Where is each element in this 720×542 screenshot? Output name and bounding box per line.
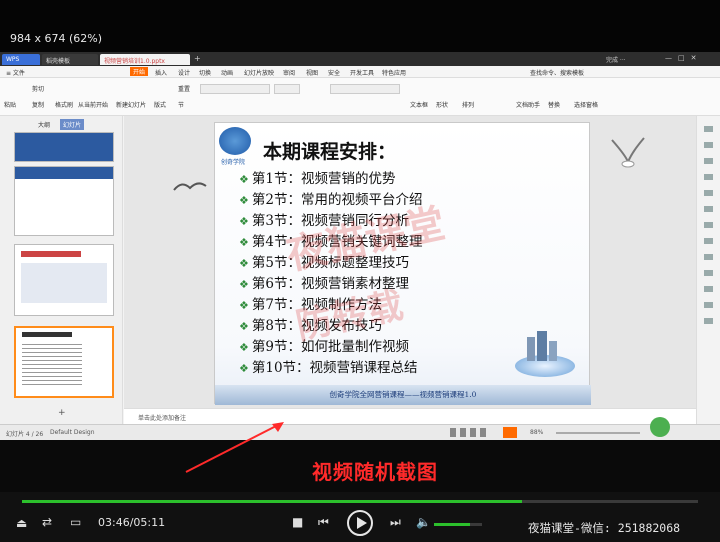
repeat-icon[interactable]: ⇄ — [42, 515, 52, 529]
brand-text: 夜猫课堂-微信: 251882068 — [528, 521, 681, 535]
zoom-level[interactable]: 88% — [530, 429, 543, 436]
menu-view[interactable]: 视图 — [306, 68, 318, 77]
menu-insert[interactable]: 插入 — [155, 68, 167, 77]
title-bar: WPS 稻壳模板 视频营销培训1.0.pptx + 完成 ··· —□✕ — [0, 52, 720, 66]
font-size-select[interactable] — [274, 84, 300, 94]
command-search[interactable]: 查找命令、搜索模板 — [530, 68, 584, 77]
notes-placeholder: 单击此处添加备注 — [138, 415, 187, 422]
bullet-icon: ❖ — [239, 194, 249, 207]
bullet-icon: ❖ — [239, 173, 249, 186]
layout-button[interactable]: 版式 — [154, 100, 166, 109]
bullet-icon: ❖ — [239, 215, 249, 228]
ribbon-toolbar: 粘贴 剪切 复制 格式刷 从当前开始 新建幻灯片 版式 重置 节 文本框 形状 … — [0, 78, 720, 116]
bullet-icon: ❖ — [239, 257, 249, 270]
menu-start[interactable]: 开始 — [130, 67, 149, 76]
bullet-icon: ❖ — [239, 341, 249, 354]
arrange-button[interactable]: 排列 — [462, 100, 474, 109]
bullet-icon: ❖ — [239, 236, 249, 249]
list-item: ❖ 第10节：视频营销课程总结 — [239, 360, 418, 376]
city-globe-image — [515, 331, 575, 379]
logo-text: 创奇学院 — [221, 159, 246, 166]
paragraph-controls[interactable] — [330, 84, 400, 94]
zoom-slider[interactable] — [556, 432, 640, 434]
tab-wps[interactable]: WPS — [2, 54, 40, 65]
seagull-icon — [173, 182, 207, 191]
menu-transition[interactable]: 切换 — [199, 68, 211, 77]
progress-bar[interactable] — [22, 500, 698, 503]
slide-thumbnail-3[interactable] — [14, 244, 114, 316]
window-status: 完成 ··· — [606, 57, 626, 64]
textbox-button[interactable]: 文本框 — [410, 100, 428, 109]
seagull-large-icon — [611, 137, 645, 168]
doc-assistant-button[interactable]: 文档助手 — [516, 100, 540, 109]
progress-fill — [22, 500, 523, 503]
eject-icon[interactable]: ⏏ — [16, 516, 27, 530]
video-caption: 视频随机截图 — [312, 460, 438, 484]
floating-ball-icon[interactable] — [650, 417, 670, 437]
status-bar: 幻灯片 4 / 26 Default Design 88% — [0, 417, 720, 440]
slide-title: 本期课程安排： — [263, 141, 397, 163]
menu-devtools[interactable]: 开发工具 — [350, 68, 374, 77]
stop-icon[interactable]: ■ — [292, 515, 303, 529]
menu-slideshow[interactable]: 幻灯片放映 — [244, 68, 274, 77]
bullet-icon: ❖ — [239, 299, 249, 312]
annotation-arrow-icon — [185, 422, 284, 473]
window-controls[interactable]: —□✕ — [665, 54, 702, 62]
menu-file[interactable]: ≡ 文件 — [6, 68, 25, 77]
slide-footer-text: 创奇学院全网营销课程——视频营销课程1.0 — [329, 390, 477, 399]
section-button[interactable]: 节 — [178, 100, 184, 109]
next-icon[interactable]: ⏭ — [390, 515, 401, 530]
slide-thumbnail-4-selected[interactable] — [14, 326, 114, 398]
new-tab-icon[interactable]: + — [194, 54, 201, 63]
slide-thumbnail-1[interactable] — [14, 132, 114, 162]
slide-thumbnail-2[interactable] — [14, 166, 114, 236]
menu-animation[interactable]: 动画 — [221, 68, 233, 77]
replace-button[interactable]: 替换 — [548, 100, 560, 109]
image-dimensions: 984 x 674 (62%) — [10, 32, 103, 45]
subtitle-icon[interactable]: ▭ — [70, 515, 81, 529]
bullet-icon: ❖ — [239, 278, 249, 291]
current-slide[interactable]: 创奇学院 本期课程安排： ❖ 第1节：视频营销的优势 ❖ 第2节：常用的视频平台介绍… — [214, 122, 591, 405]
slides-sidebar: 大纲 幻灯片 + — [0, 116, 123, 424]
shape-button[interactable]: 形状 — [436, 100, 448, 109]
slide-counter: 幻灯片 4 / 26 — [6, 431, 44, 438]
play-slideshow-icon[interactable] — [503, 427, 517, 438]
tab-slides[interactable]: 幻灯片 — [60, 119, 85, 130]
copy-button[interactable]: 复制 — [32, 100, 44, 109]
side-tool-icons[interactable] — [704, 126, 713, 326]
cut-button[interactable]: 剪切 — [32, 84, 44, 93]
tab-docer[interactable]: 稻壳模板 — [42, 54, 98, 65]
format-painter-button[interactable]: 格式刷 — [55, 100, 73, 109]
list-item: ❖ 第1节：视频营销的优势 — [239, 171, 396, 187]
volume-slider[interactable] — [434, 523, 482, 526]
menu-design[interactable]: 设计 — [178, 68, 190, 77]
right-toolbar — [696, 116, 720, 424]
logo-icon — [219, 127, 251, 155]
volume-icon[interactable]: 🔈 — [416, 515, 431, 529]
tab-outline[interactable]: 大纲 — [38, 120, 50, 129]
bullet-icon: ❖ — [239, 362, 249, 375]
bullet-icon: ❖ — [239, 320, 249, 333]
design-name: Default Design — [50, 429, 95, 436]
play-icon — [357, 517, 367, 529]
add-slide-icon[interactable]: + — [58, 408, 66, 418]
menu-special[interactable]: 特色应用 — [382, 68, 406, 77]
paste-button[interactable]: 粘贴 — [4, 100, 16, 109]
playback-time: 03:46/05:11 — [98, 516, 166, 529]
menu-security[interactable]: 安全 — [328, 68, 340, 77]
volume-fill — [434, 523, 470, 526]
menu-bar: ≡ 文件 开始 插入 设计 切换 动画 幻灯片放映 审阅 视图 安全 开发工具 … — [0, 66, 720, 78]
previous-icon[interactable]: ⏮ — [318, 515, 329, 530]
viewer-header: 984 x 674 (62%) — [0, 0, 720, 52]
new-slide-button[interactable]: 新建幻灯片 — [116, 100, 146, 109]
selection-pane-button[interactable]: 选择窗格 — [574, 100, 598, 109]
menu-review[interactable]: 审阅 — [283, 68, 295, 77]
tab-document[interactable]: 视频营销培训1.0.pptx — [100, 54, 190, 65]
view-buttons[interactable] — [450, 428, 490, 437]
reset-button[interactable]: 重置 — [178, 84, 190, 93]
play-from-current-button[interactable]: 从当前开始 — [78, 100, 108, 109]
font-family-select[interactable] — [200, 84, 270, 94]
video-player-controls: ⏏ ⇄ ▭ 03:46/05:11 ■ ⏮ ⏭ 🔈 夜猫课堂-微信: 25188… — [0, 492, 720, 542]
play-button[interactable] — [347, 510, 373, 536]
